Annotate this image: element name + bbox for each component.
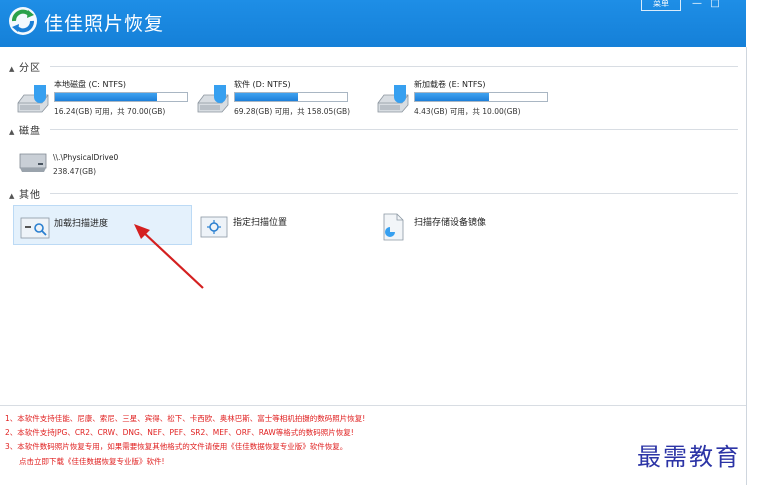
watermark: 最需教育: [637, 443, 741, 471]
note-line: 3、本软件数码照片恢复专用，如果需要恢复其他格式的文件请使用《佳佳数据恢复专业版…: [5, 442, 348, 451]
download-link[interactable]: 点击立即下载《佳佳数据恢复专业版》软件!: [19, 456, 165, 467]
note-line: 1、本软件支持佳能、尼康、索尼、三星、宾得、松下、卡西欧、奥林巴斯、富士等相机拍…: [5, 414, 366, 423]
notes-panel: 1、本软件支持佳能、尼康、索尼、三星、宾得、松下、卡西欧、奥林巴斯、富士等相机拍…: [0, 405, 746, 486]
note-line: 2、本软件支持JPG、CR2、CRW、DNG、NEF、PEF、SR2、MEF、O…: [5, 428, 354, 437]
